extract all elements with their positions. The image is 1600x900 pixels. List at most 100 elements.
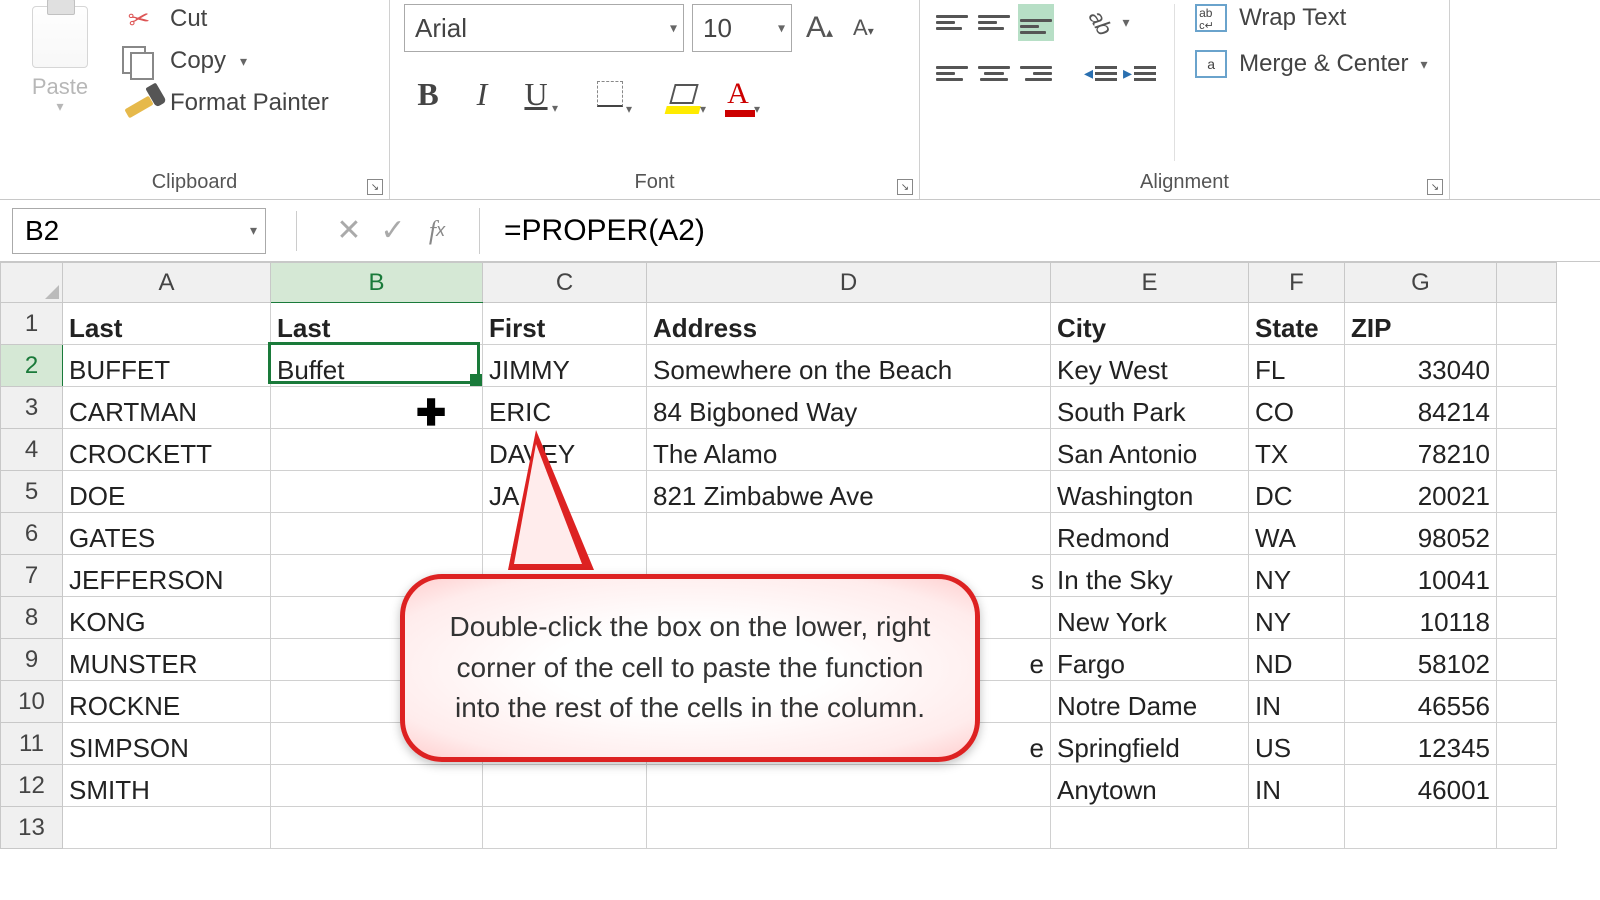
align-top-button[interactable] (934, 8, 970, 37)
cell-B3[interactable] (271, 387, 483, 429)
cell-B5[interactable] (271, 471, 483, 513)
cell-A9[interactable]: MUNSTER (63, 639, 271, 681)
accept-formula-button[interactable]: ✓ (371, 209, 415, 253)
cell-H8[interactable] (1497, 597, 1557, 639)
column-header-E[interactable]: E (1051, 263, 1249, 303)
cell-D1[interactable]: Address (647, 303, 1051, 345)
cell-H5[interactable] (1497, 471, 1557, 513)
cell-A4[interactable]: CROCKETT (63, 429, 271, 471)
cell-E10[interactable]: Notre Dame (1051, 681, 1249, 723)
row-header-4[interactable]: 4 (1, 429, 63, 471)
cell-F10[interactable]: IN (1249, 681, 1345, 723)
align-bottom-button[interactable] (1018, 4, 1054, 41)
cell-C2[interactable]: JIMMY (483, 345, 647, 387)
italic-button[interactable]: I (458, 70, 506, 118)
select-all-corner[interactable] (1, 263, 63, 303)
cell-F6[interactable]: WA (1249, 513, 1345, 555)
cell-B2[interactable]: Buffet (271, 345, 483, 387)
cell-D2[interactable]: Somewhere on the Beach (647, 345, 1051, 387)
column-header-G[interactable]: G (1345, 263, 1497, 303)
row-header-12[interactable]: 12 (1, 765, 63, 807)
decrease-indent-button[interactable]: ◂ (1084, 63, 1117, 84)
cell-A12[interactable]: SMITH (63, 765, 271, 807)
cell-G11[interactable]: 12345 (1345, 723, 1497, 765)
column-header-next[interactable] (1497, 263, 1557, 303)
clipboard-launcher-icon[interactable]: ↘ (367, 179, 383, 195)
merge-center-button[interactable]: a Merge & Center ▾ (1195, 50, 1427, 78)
column-header-F[interactable]: F (1249, 263, 1345, 303)
row-header-8[interactable]: 8 (1, 597, 63, 639)
wrap-text-button[interactable]: Wrap Text (1195, 4, 1427, 32)
align-middle-button[interactable] (976, 4, 1012, 41)
name-box[interactable]: B2 ▾ (12, 208, 266, 254)
cell-H1[interactable] (1497, 303, 1557, 345)
cell-G13[interactable] (1345, 807, 1497, 849)
insert-function-button[interactable]: fx (415, 209, 459, 253)
paste-button[interactable]: Paste ▾ (8, 4, 112, 161)
cell-H9[interactable] (1497, 639, 1557, 681)
row-header-6[interactable]: 6 (1, 513, 63, 555)
cell-B1[interactable]: Last (271, 303, 483, 345)
copy-button[interactable]: Copy ▾ (122, 46, 381, 76)
cell-B4[interactable] (271, 429, 483, 471)
cell-F9[interactable]: ND (1249, 639, 1345, 681)
cell-A11[interactable]: SIMPSON (63, 723, 271, 765)
cell-F12[interactable]: IN (1249, 765, 1345, 807)
paste-dropdown-icon[interactable]: ▾ (56, 98, 63, 115)
cell-H10[interactable] (1497, 681, 1557, 723)
row-header-2[interactable]: 2 (1, 345, 63, 387)
cell-D4[interactable]: The Alamo (647, 429, 1051, 471)
cell-E7[interactable]: In the Sky (1051, 555, 1249, 597)
cell-D3[interactable]: 84 Bigboned Way (647, 387, 1051, 429)
cut-button[interactable]: ✂ Cut (122, 4, 381, 34)
column-header-C[interactable]: C (483, 263, 647, 303)
cell-E9[interactable]: Fargo (1051, 639, 1249, 681)
cell-D13[interactable] (647, 807, 1051, 849)
cell-G8[interactable]: 10118 (1345, 597, 1497, 639)
cell-A10[interactable]: ROCKNE (63, 681, 271, 723)
cell-E3[interactable]: South Park (1051, 387, 1249, 429)
cell-G4[interactable]: 78210 (1345, 429, 1497, 471)
cell-G1[interactable]: ZIP (1345, 303, 1497, 345)
cell-D12[interactable] (647, 765, 1051, 807)
format-painter-button[interactable]: Format Painter (122, 88, 381, 118)
increase-indent-button[interactable]: ▸ (1123, 63, 1156, 84)
cell-A3[interactable]: CARTMAN (63, 387, 271, 429)
orientation-dropdown-icon[interactable]: ▾ (1122, 14, 1129, 31)
row-header-11[interactable]: 11 (1, 723, 63, 765)
cell-F7[interactable]: NY (1249, 555, 1345, 597)
fill-color-button[interactable] (660, 70, 708, 118)
column-header-B[interactable]: B (271, 263, 483, 303)
row-header-5[interactable]: 5 (1, 471, 63, 513)
row-header-13[interactable]: 13 (1, 807, 63, 849)
cell-A5[interactable]: DOE (63, 471, 271, 513)
cell-A13[interactable] (63, 807, 271, 849)
cell-G5[interactable]: 20021 (1345, 471, 1497, 513)
cell-D5[interactable]: 821 Zimbabwe Ave (647, 471, 1051, 513)
cell-E5[interactable]: Washington (1051, 471, 1249, 513)
cell-A8[interactable]: KONG (63, 597, 271, 639)
cell-F1[interactable]: State (1249, 303, 1345, 345)
cell-G7[interactable]: 10041 (1345, 555, 1497, 597)
column-header-A[interactable]: A (63, 263, 271, 303)
cell-E13[interactable] (1051, 807, 1249, 849)
row-header-7[interactable]: 7 (1, 555, 63, 597)
cell-G9[interactable]: 58102 (1345, 639, 1497, 681)
cell-F8[interactable]: NY (1249, 597, 1345, 639)
row-header-10[interactable]: 10 (1, 681, 63, 723)
cell-H7[interactable] (1497, 555, 1557, 597)
cell-G12[interactable]: 46001 (1345, 765, 1497, 807)
cell-E1[interactable]: City (1051, 303, 1249, 345)
cell-A7[interactable]: JEFFERSON (63, 555, 271, 597)
alignment-launcher-icon[interactable]: ↘ (1427, 179, 1443, 195)
borders-button[interactable] (586, 70, 634, 118)
row-header-3[interactable]: 3 (1, 387, 63, 429)
cell-E12[interactable]: Anytown (1051, 765, 1249, 807)
font-launcher-icon[interactable]: ↘ (897, 179, 913, 195)
cell-F11[interactable]: US (1249, 723, 1345, 765)
shrink-font-button[interactable]: A▾ (847, 15, 880, 41)
align-center-button[interactable] (976, 59, 1012, 88)
align-left-button[interactable] (934, 59, 970, 88)
bold-button[interactable]: B (404, 70, 452, 118)
cell-G3[interactable]: 84214 (1345, 387, 1497, 429)
